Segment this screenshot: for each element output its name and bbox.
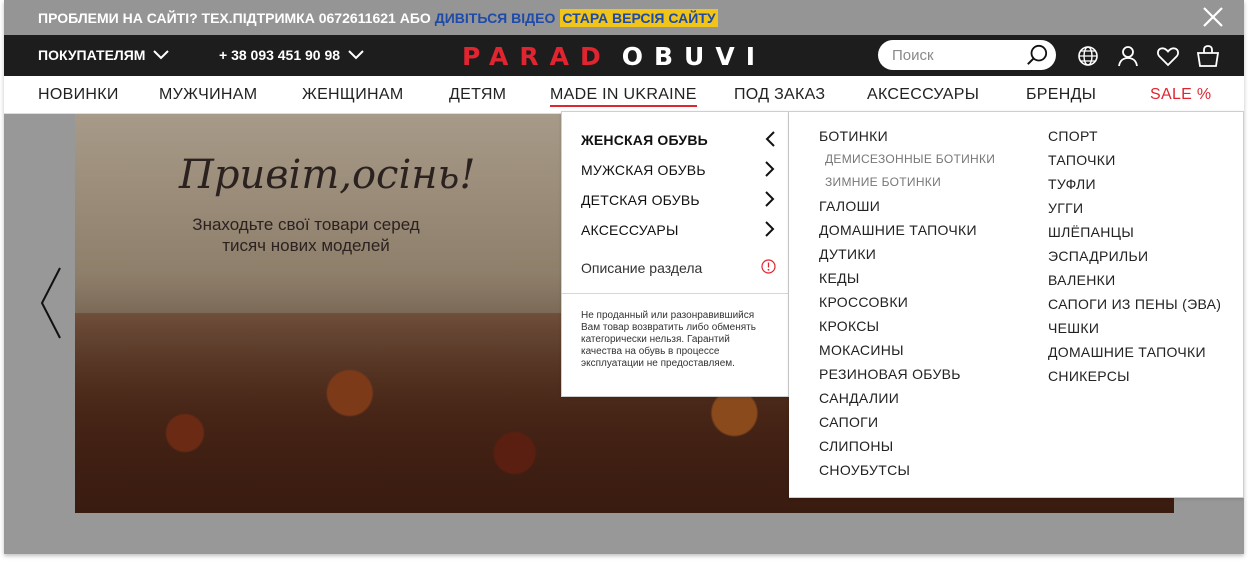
subcategory-link[interactable]: ТАПОЧКИ — [1048, 152, 1221, 176]
category-panel: ЖЕНСКАЯ ОБУВЬ МУЖСКАЯ ОБУВЬ ДЕТСКАЯ ОБУВ… — [561, 111, 790, 397]
subcategory-sublink[interactable]: ДЕМИСЕЗОННЫЕ БОТИНКИ — [819, 152, 995, 175]
category-accessories[interactable]: АКСЕССУАРЫ — [581, 221, 776, 238]
site-frame: ПРОБЛЕМИ НА САЙТІ? ТЕХ.ПІДТРИМКА 0672611… — [4, 0, 1244, 554]
subcategory-link[interactable]: СНИКЕРСЫ — [1048, 368, 1221, 392]
logo-word-obuvi: OBUVI — [621, 42, 766, 71]
subcategory-link[interactable]: ВАЛЕНКИ — [1048, 272, 1221, 296]
subcategory-link[interactable]: ТУФЛИ — [1048, 176, 1221, 200]
subcategory-column-2: СПОРТ ТАПОЧКИ ТУФЛИ УГГИ ШЛЁПАНЦЫ ЭСПАДР… — [1048, 128, 1221, 392]
subcategory-link[interactable]: САНДАЛИИ — [819, 390, 995, 414]
nav-item-sale[interactable]: SALE % — [1150, 86, 1211, 104]
mega-menu: ЖЕНСКАЯ ОБУВЬ МУЖСКАЯ ОБУВЬ ДЕТСКАЯ ОБУВ… — [561, 111, 1244, 498]
return-policy-note: Не проданный или разонравившийся Вам тов… — [581, 310, 756, 369]
divider — [562, 293, 790, 294]
old-version-link[interactable]: СТАРА ВЕРСІЯ САЙТУ — [560, 8, 718, 27]
category-label: АКСЕССУАРЫ — [581, 222, 679, 238]
heart-icon[interactable] — [1156, 44, 1180, 68]
buyers-label: ПОКУПАТЕЛЯМ — [38, 47, 146, 63]
category-label: МУЖСКАЯ ОБУВЬ — [581, 162, 706, 178]
subcategory-link[interactable]: БОТИНКИ — [819, 128, 995, 152]
announcement-bar: ПРОБЛЕМИ НА САЙТІ? ТЕХ.ПІДТРИМКА 0672611… — [4, 0, 1244, 35]
category-kids-shoes[interactable]: ДЕТСКАЯ ОБУВЬ — [581, 191, 776, 208]
subcategory-link[interactable]: СПОРТ — [1048, 128, 1221, 152]
cart-icon[interactable] — [1196, 44, 1220, 68]
chevron-left-icon[interactable] — [36, 264, 66, 342]
chevron-right-icon — [765, 191, 775, 207]
subcategory-link[interactable]: КРОКСЫ — [819, 318, 995, 342]
header-icons — [1076, 44, 1220, 68]
user-icon[interactable] — [1116, 44, 1140, 68]
subcategory-link[interactable]: СЛИПОНЫ — [819, 438, 995, 462]
subcategory-link[interactable]: ЧЕШКИ — [1048, 320, 1221, 344]
subcategory-link[interactable]: ДУТИКИ — [819, 246, 995, 270]
nav-item-brands[interactable]: БРЕНДЫ — [1026, 86, 1096, 104]
banner-title: Привіт,осінь! — [179, 152, 476, 198]
subcategory-link[interactable]: ГАЛОШИ — [819, 198, 995, 222]
subcategory-link[interactable]: СНОУБУТСЫ — [819, 462, 995, 486]
buyers-menu[interactable]: ПОКУПАТЕЛЯМ — [38, 47, 170, 63]
section-description-link[interactable]: Описание раздела — [581, 259, 776, 276]
subcategory-link[interactable]: ДОМАШНИЕ ТАПОЧКИ — [1048, 344, 1221, 368]
banner-subtitle: Знаходьте свої товари серед тисяч нових … — [192, 215, 420, 255]
subcategory-panel: БОТИНКИ ДЕМИСЕЗОННЫЕ БОТИНКИ ЗИМНИЕ БОТИ… — [789, 111, 1244, 498]
chevron-left-icon — [765, 131, 775, 147]
nav-item-women[interactable]: ЖЕНЩИНАМ — [302, 86, 403, 104]
subcategory-link[interactable]: ЭСПАДРИЛЬИ — [1048, 248, 1221, 272]
close-icon[interactable] — [1202, 6, 1224, 28]
subcategory-link[interactable]: ШЛЁПАНЦЫ — [1048, 224, 1221, 248]
subcategory-link[interactable]: УГГИ — [1048, 200, 1221, 224]
nav-item-to-order[interactable]: ПОД ЗАКАЗ — [734, 86, 825, 104]
search-icon[interactable] — [1026, 44, 1048, 66]
phone-menu[interactable]: + 38 093 451 90 98 — [219, 47, 364, 63]
description-label: Описание раздела — [581, 260, 703, 276]
site-logo[interactable]: PARAD OBUVI — [462, 42, 766, 71]
search-input[interactable] — [892, 46, 1022, 64]
category-men-shoes[interactable]: МУЖСКАЯ ОБУВЬ — [581, 161, 776, 178]
watch-video-link[interactable]: ДИВІТЬСЯ ВІДЕО — [435, 10, 556, 26]
nav-item-new[interactable]: НОВИНКИ — [38, 86, 119, 104]
subcategory-link[interactable]: ДОМАШНИЕ ТАПОЧКИ — [819, 222, 995, 246]
subcategory-link[interactable]: САПОГИ ИЗ ПЕНЫ (ЭВА) — [1048, 296, 1221, 320]
subcategory-column-1: БОТИНКИ ДЕМИСЕЗОННЫЕ БОТИНКИ ЗИМНИЕ БОТИ… — [819, 128, 995, 486]
logo-word-parad: PARAD — [462, 42, 612, 71]
category-women-shoes[interactable]: ЖЕНСКАЯ ОБУВЬ — [581, 131, 776, 148]
announcement-text: ПРОБЛЕМИ НА САЙТІ? ТЕХ.ПІДТРИМКА 0672611… — [38, 9, 431, 26]
nav-item-kids[interactable]: ДЕТЯМ — [449, 86, 506, 104]
chevron-down-icon — [153, 50, 170, 60]
globe-icon[interactable] — [1076, 44, 1100, 68]
info-icon — [761, 259, 776, 274]
subcategory-link[interactable]: КРОССОВКИ — [819, 294, 995, 318]
site-header: ПОКУПАТЕЛЯМ + 38 093 451 90 98 PARAD OBUV… — [4, 35, 1244, 76]
nav-item-made-in-ukraine[interactable]: MADE IN UKRAINE — [550, 86, 697, 107]
subcategory-link[interactable]: РЕЗИНОВАЯ ОБУВЬ — [819, 366, 995, 390]
main-nav: НОВИНКИ МУЖЧИНАМ ЖЕНЩИНАМ ДЕТЯМ MADE IN … — [4, 76, 1244, 114]
nav-item-accessories[interactable]: АКСЕССУАРЫ — [867, 86, 979, 104]
subcategory-link[interactable]: КЕДЫ — [819, 270, 995, 294]
subcategory-sublink[interactable]: ЗИМНИЕ БОТИНКИ — [819, 175, 995, 198]
category-label: ЖЕНСКАЯ ОБУВЬ — [581, 132, 708, 148]
subcategory-link[interactable]: МОКАСИНЫ — [819, 342, 995, 366]
subcategory-link[interactable]: САПОГИ — [819, 414, 995, 438]
category-label: ДЕТСКАЯ ОБУВЬ — [581, 192, 700, 208]
nav-item-men[interactable]: МУЖЧИНАМ — [159, 86, 257, 104]
search-box — [878, 40, 1056, 70]
phone-number: + 38 093 451 90 98 — [219, 47, 341, 63]
chevron-down-icon — [348, 50, 364, 60]
chevron-right-icon — [765, 221, 775, 237]
chevron-right-icon — [765, 161, 775, 177]
